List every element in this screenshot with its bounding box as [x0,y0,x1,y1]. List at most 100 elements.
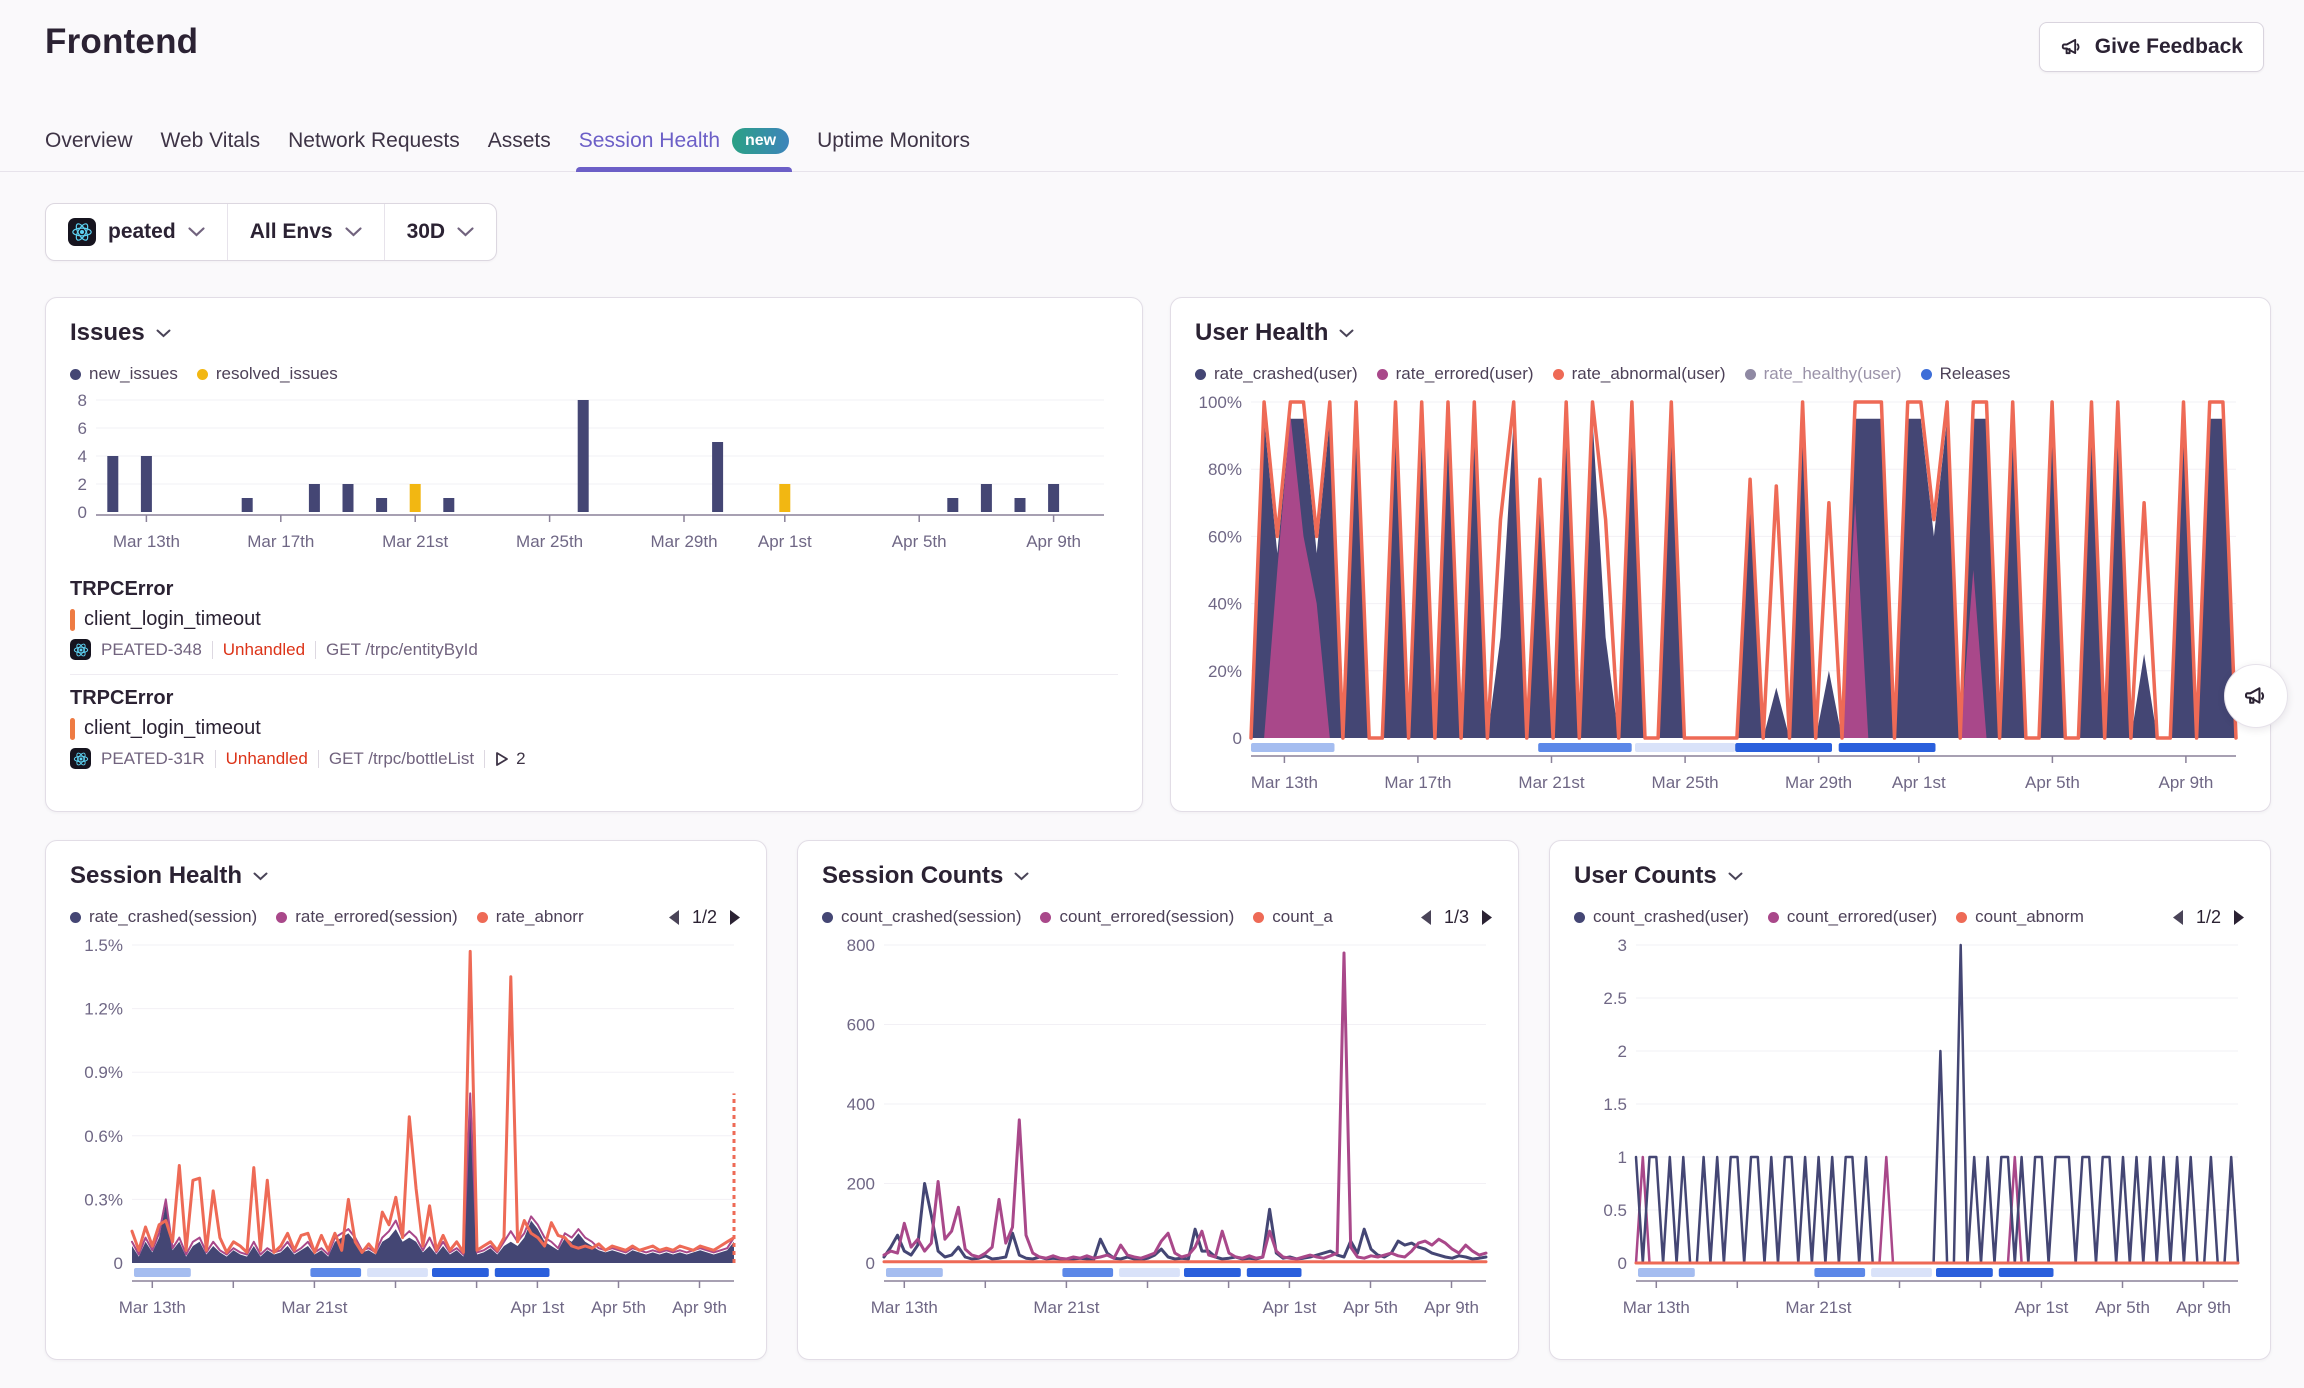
legend-item[interactable]: count_errored(session) [1040,907,1234,927]
user-counts-chart[interactable]: 00.511.522.53Mar 13thMar 21stApr 1stApr … [1574,937,2246,1319]
floating-feedback-button[interactable] [2224,664,2288,728]
svg-text:Mar 21st: Mar 21st [1033,1298,1099,1317]
legend-item[interactable]: rate_abnormal(user) [1553,364,1726,384]
tab-network-requests[interactable]: Network Requests [288,110,460,171]
legend-dot-icon [70,369,81,380]
issues-bar-chart[interactable]: 02468Mar 13thMar 17thMar 21stMar 25thMar… [70,394,1118,562]
svg-text:Apr 9th: Apr 9th [1026,532,1081,551]
session-health-panel-header[interactable]: Session Health [70,861,742,891]
legend-item[interactable]: rate_crashed(session) [70,907,257,927]
svg-text:600: 600 [847,1016,875,1035]
legend-item[interactable]: rate_errored(session) [276,907,458,927]
issue-message: client_login_timeout [84,608,261,631]
svg-text:8: 8 [78,391,87,410]
legend-item[interactable]: rate_crashed(user) [1195,364,1358,384]
issues-legend-row: new_issues resolved_issues [70,360,1118,388]
legend-dot-icon [1745,369,1756,380]
svg-text:200: 200 [847,1175,875,1194]
environment-selector[interactable]: All Envs [227,204,384,260]
tab-web-vitals[interactable]: Web Vitals [161,110,261,171]
svg-text:Mar 13th: Mar 13th [113,532,180,551]
legend-item[interactable]: resolved_issues [197,364,338,384]
user-counts-panel-header[interactable]: User Counts [1574,861,2246,891]
session-counts-chart[interactable]: 0200400600800Mar 13thMar 21stApr 1stApr … [822,937,1494,1319]
session-health-panel: Session Health rate_crashed(session)rate… [45,840,767,1360]
svg-text:Mar 13th: Mar 13th [1623,1298,1690,1317]
divider [212,641,213,659]
legend-dot-icon [1195,369,1206,380]
legend-item[interactable]: count_crashed(user) [1574,907,1749,927]
svg-text:Mar 21st: Mar 21st [1518,773,1584,792]
pager-count: 1/2 [2196,907,2221,928]
svg-text:0.9%: 0.9% [84,1063,123,1082]
legend-item[interactable]: count_crashed(session) [822,907,1021,927]
pager-count: 1/2 [692,907,717,928]
give-feedback-label: Give Feedback [2095,35,2243,59]
give-feedback-button[interactable]: Give Feedback [2039,22,2264,72]
svg-text:Mar 17th: Mar 17th [1384,773,1451,792]
svg-text:Apr 1st: Apr 1st [2014,1298,2068,1317]
user-health-panel-header[interactable]: User Health [1195,318,2246,348]
svg-text:Mar 29th: Mar 29th [650,532,717,551]
tab-uptime-monitors[interactable]: Uptime Monitors [817,110,970,171]
user-counts-legend: count_crashed(user) count_errored(user) co… [1574,907,2084,927]
issue-row[interactable]: TRPCError client_login_timeout PEATED-34… [70,566,1118,674]
legend-dot-icon [822,912,833,923]
chevron-down-icon [188,227,205,237]
svg-text:0: 0 [1233,729,1242,748]
legend-item[interactable]: rate_healthy(user) [1745,364,1902,384]
pager-prev-icon[interactable] [2171,909,2184,926]
unhandled-tag: Unhandled [226,749,308,769]
svg-text:1.5%: 1.5% [84,936,123,955]
svg-text:800: 800 [847,936,875,955]
pager-next-icon[interactable] [1481,909,1494,926]
user-health-panel-title: User Health [1195,319,1328,347]
svg-text:2: 2 [78,475,87,494]
session-health-chart[interactable]: 00.3%0.6%0.9%1.2%1.5%Mar 13thMar 21stApr… [70,937,742,1319]
pager-next-icon[interactable] [729,909,742,926]
legend-item[interactable]: rate_errored(user) [1377,364,1534,384]
legend-item[interactable]: rate_abnorr [477,907,584,927]
react-project-icon [68,218,96,246]
legend-dot-icon [1253,912,1264,923]
session-health-legend: rate_crashed(session) rate_errored(sessio… [70,907,584,927]
svg-text:0: 0 [866,1254,875,1273]
svg-text:1.5: 1.5 [1603,1095,1627,1114]
svg-text:Apr 9th: Apr 9th [2176,1298,2231,1317]
legend-item[interactable]: count_errored(user) [1768,907,1937,927]
legend-item[interactable]: count_a [1253,907,1333,927]
svg-text:400: 400 [847,1095,875,1114]
svg-text:Mar 21st: Mar 21st [382,532,448,551]
tab-assets[interactable]: Assets [488,110,551,171]
react-project-icon [70,748,91,769]
pager-next-icon[interactable] [2233,909,2246,926]
legend-item[interactable]: Releases [1921,364,2011,384]
pager-prev-icon[interactable] [667,909,680,926]
issue-error-type[interactable]: TRPCError [70,687,1118,710]
svg-text:Apr 9th: Apr 9th [2158,773,2213,792]
issues-panel: Issues new_issuesresolved_issues 02468Ma… [45,297,1143,812]
legend-item[interactable]: new_issues [70,364,178,384]
session-counts-legend: count_crashed(session) count_errored(sess… [822,907,1333,927]
issue-error-type[interactable]: TRPCError [70,578,1118,601]
legend-dot-icon [1574,912,1585,923]
project-selector[interactable]: peated [46,204,227,260]
issues-panel-header[interactable]: Issues [70,318,1118,348]
page-title: Frontend [45,22,2264,62]
pager-prev-icon[interactable] [1419,909,1432,926]
tab-overview[interactable]: Overview [45,110,133,171]
user-health-chart[interactable]: 020%40%60%80%100%Mar 13thMar 17thMar 21s… [1195,394,2246,794]
issue-short-id: PEATED-348 [101,640,202,660]
svg-text:Mar 13th: Mar 13th [1251,773,1318,792]
issue-row[interactable]: TRPCError client_login_timeout PEATED-31… [70,674,1118,783]
svg-text:Apr 5th: Apr 5th [892,532,947,551]
svg-text:0.3%: 0.3% [84,1190,123,1209]
legend-item[interactable]: count_abnorm [1956,907,2084,927]
svg-text:Apr 5th: Apr 5th [2025,773,2080,792]
date-range-selector[interactable]: 30D [384,204,497,260]
megaphone-icon [2243,683,2269,709]
tab-session-health[interactable]: Session Health new [579,110,789,171]
svg-text:0: 0 [78,503,87,522]
session-counts-panel-header[interactable]: Session Counts [822,861,1494,891]
replay-count[interactable]: 2 [495,749,525,769]
